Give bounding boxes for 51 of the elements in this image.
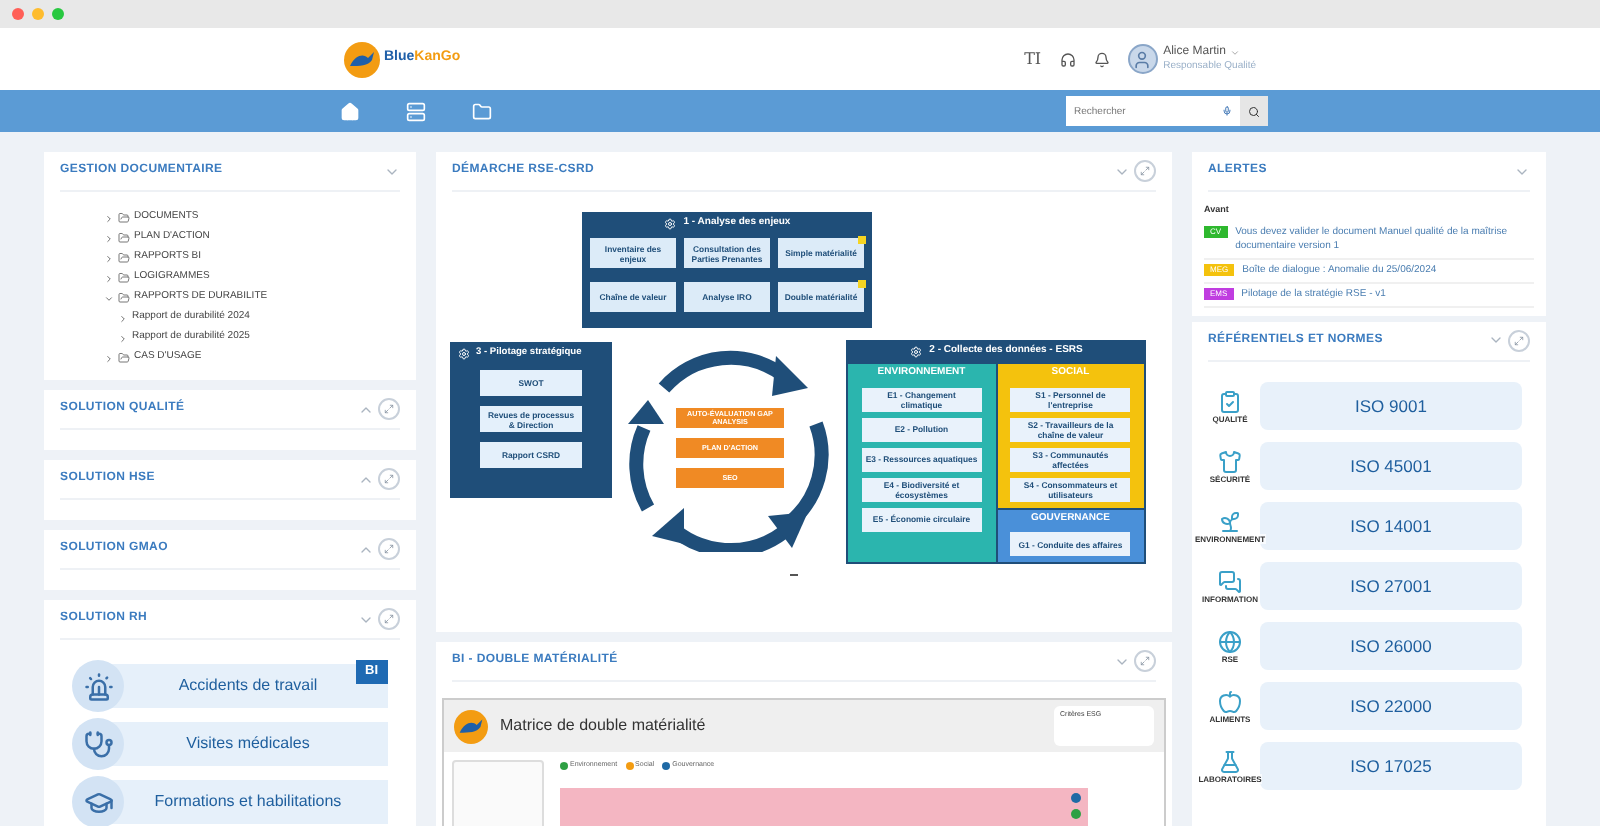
microphone-icon[interactable] (1222, 106, 1232, 116)
expand-icon[interactable] (384, 544, 394, 554)
kangaroo-logo-icon (344, 41, 380, 77)
vest-icon (1218, 449, 1242, 474)
expand-icon[interactable] (384, 404, 394, 414)
stack-icon[interactable] (406, 101, 426, 121)
expand-icon[interactable] (1140, 166, 1150, 176)
plant-icon (1218, 509, 1242, 534)
shortcut-tile[interactable]: Visites médicales (108, 722, 388, 766)
notifications-icon[interactable] (1093, 51, 1110, 67)
folder-icon[interactable] (472, 101, 492, 121)
caret-icon[interactable] (1229, 47, 1240, 57)
support-icon[interactable] (1059, 51, 1076, 67)
apple-icon (1218, 689, 1242, 714)
expand-icon[interactable] (1140, 656, 1150, 666)
globe-icon (1218, 629, 1242, 654)
shortcut-tile[interactable]: Formations et habilitations (108, 780, 388, 824)
norm-tile[interactable]: ISO 22000 (1260, 682, 1522, 731)
maximize-button[interactable] (378, 538, 400, 560)
gear-icon (663, 217, 676, 229)
flask-icon (1218, 749, 1242, 774)
report-title: Matrice de double matérialité (500, 714, 706, 738)
folder-icon (118, 352, 130, 364)
norm-tile[interactable]: ISO 27001 (1260, 562, 1522, 611)
norm-tile[interactable]: ISO 26000 (1260, 622, 1522, 671)
expand-icon[interactable] (384, 474, 394, 484)
graduation-cap-icon (72, 776, 124, 826)
gear-icon (909, 346, 922, 358)
siren-icon (72, 660, 124, 712)
search-icon[interactable] (1248, 105, 1260, 117)
maximize-button[interactable] (378, 398, 400, 420)
clipboard-icon (1218, 389, 1242, 414)
search-button[interactable] (1240, 96, 1268, 126)
expand-icon[interactable] (1514, 335, 1524, 346)
stethoscope-icon (72, 718, 124, 770)
norm-tile[interactable]: ISO 17025 (1260, 742, 1522, 791)
expand-icon[interactable] (384, 614, 394, 624)
avatar-icon[interactable] (1127, 44, 1158, 74)
maximize-button[interactable] (1134, 160, 1156, 182)
maximize-button[interactable] (378, 468, 400, 490)
text-size-button[interactable]: TI (1024, 47, 1042, 71)
norm-tile[interactable]: ISO 9001 (1260, 382, 1522, 431)
maximize-button[interactable] (1134, 650, 1156, 672)
carousel-indicator (790, 574, 798, 576)
kangaroo-logo-icon (454, 709, 488, 743)
maximize-button[interactable] (1508, 329, 1530, 352)
norm-tile[interactable]: ISO 45001 (1260, 442, 1522, 491)
gear-icon (458, 348, 470, 360)
chat-bubbles-icon (1218, 569, 1242, 594)
home-icon[interactable] (340, 101, 360, 121)
maximize-button[interactable] (378, 608, 400, 630)
